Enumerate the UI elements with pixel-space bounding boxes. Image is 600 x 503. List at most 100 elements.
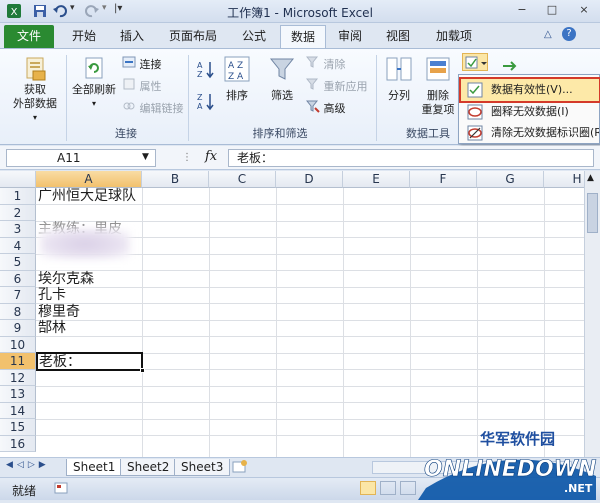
row-header[interactable]: 12 — [0, 369, 36, 386]
select-all-corner[interactable] — [0, 171, 36, 188]
remove-duplicates-icon — [424, 55, 452, 83]
remove-duplicates-label-2: 重复项 — [421, 103, 455, 116]
scroll-up-icon[interactable]: ▲ — [587, 173, 594, 183]
outline-group-icon[interactable] — [500, 57, 522, 75]
clear-filter-icon — [305, 55, 320, 75]
menu-item-data-validation[interactable]: 数据有效性(V)... — [459, 77, 600, 103]
tab-page-layout[interactable]: 页面布局 — [160, 25, 226, 48]
row-header[interactable]: 9 — [0, 320, 36, 337]
column-header-c[interactable]: C — [209, 171, 276, 188]
filter-button[interactable]: 筛选 — [264, 55, 300, 121]
gridline — [36, 402, 584, 403]
reapply-icon — [305, 77, 320, 97]
page-layout-view-icon[interactable] — [380, 481, 396, 495]
row-header[interactable]: 8 — [0, 303, 36, 320]
tab-review[interactable]: 审阅 — [330, 25, 370, 48]
row-header[interactable]: 6 — [0, 270, 36, 287]
cell-a8[interactable]: 穆里奇 — [38, 304, 80, 320]
sheet-nav-arrows-icon[interactable]: ◀◁▷▶ — [6, 460, 50, 470]
insert-sheet-icon[interactable] — [232, 460, 248, 474]
row-header-selected[interactable]: 11 — [0, 353, 36, 370]
column-header-f[interactable]: F — [410, 171, 477, 188]
ribbon-minimize-icon[interactable]: △ — [544, 29, 552, 40]
scroll-thumb[interactable] — [587, 193, 598, 233]
row-header[interactable]: 1 — [0, 188, 36, 205]
sort-az-icon[interactable]: AZ — [196, 59, 216, 79]
row-header[interactable]: 3 — [0, 221, 36, 238]
row-header[interactable]: 5 — [0, 254, 36, 271]
tab-formulas[interactable]: 公式 — [232, 25, 276, 48]
sort-button[interactable]: A ZZ A 排序 — [220, 55, 254, 121]
svg-text:A: A — [197, 61, 203, 70]
remove-duplicates-button[interactable]: 删除 重复项 — [418, 55, 458, 121]
column-header-h[interactable]: H — [544, 171, 584, 188]
sheet-tab-sheet3[interactable]: Sheet3 — [174, 459, 231, 476]
column-header-d[interactable]: D — [276, 171, 343, 188]
advanced-filter-icon — [305, 99, 320, 119]
text-to-columns-button[interactable]: 分列 — [382, 55, 416, 121]
connections-button[interactable]: 连接 — [122, 55, 162, 73]
name-box[interactable]: A11 — [6, 149, 156, 167]
cell-a6[interactable]: 埃尔克森 — [38, 271, 94, 287]
onlinedown-watermark-logo: 华军软件园 ONLINEDOWN .NET — [418, 418, 600, 500]
minimize-button[interactable]: − — [512, 2, 532, 18]
name-box-dropdown-icon[interactable]: ▼ — [142, 152, 149, 162]
get-external-data-button[interactable]: 获取 外部数据 ▾ — [8, 55, 62, 122]
macro-record-icon[interactable] — [54, 481, 68, 495]
tab-view[interactable]: 视图 — [378, 25, 418, 48]
reapply-button[interactable]: 重新应用 — [305, 77, 368, 97]
column-header-e[interactable]: E — [343, 171, 410, 188]
properties-button[interactable]: 属性 — [122, 77, 162, 95]
close-button[interactable]: × — [574, 2, 594, 18]
tab-file[interactable]: 文件 — [4, 25, 54, 48]
fill-handle[interactable] — [140, 368, 145, 373]
help-icon[interactable]: ? — [562, 27, 576, 41]
normal-view-icon[interactable] — [360, 481, 376, 495]
menu-item-clear-circles[interactable]: 清除无效数据标识圈(R) — [461, 122, 599, 144]
gridline — [36, 319, 584, 321]
row-header[interactable]: 16 — [0, 435, 36, 452]
edit-links-button[interactable]: 编辑链接 — [122, 99, 184, 117]
watermark-suffix: .NET — [564, 482, 593, 495]
circle-invalid-icon — [467, 104, 483, 123]
cell-a1[interactable]: 广州恒大足球队 — [38, 188, 136, 204]
column-header-a[interactable]: A — [36, 171, 142, 188]
gridline — [142, 188, 143, 457]
remove-duplicates-label-1: 删除 — [427, 89, 449, 102]
refresh-all-button[interactable]: 全部刷新 ▾ — [70, 55, 118, 121]
vertical-scrollbar[interactable]: ▲ — [584, 171, 600, 457]
advanced-filter-button[interactable]: 高级 — [305, 99, 346, 119]
row-header[interactable]: 4 — [0, 237, 36, 254]
formula-input[interactable]: 老板： — [228, 149, 594, 167]
refresh-all-dropdown-icon: ▾ — [91, 99, 96, 108]
sort-za-icon[interactable]: ZA — [196, 91, 216, 111]
menu-item-circle-invalid[interactable]: 圈释无效数据(I) — [461, 101, 599, 123]
svg-text:Z: Z — [197, 70, 203, 79]
tab-home[interactable]: 开始 — [62, 25, 106, 48]
edit-links-icon — [122, 99, 136, 119]
insert-function-icon[interactable]: fx — [205, 149, 217, 164]
row-header[interactable]: 10 — [0, 336, 36, 353]
cell-a9[interactable]: 郜林 — [38, 320, 66, 336]
row-header[interactable]: 13 — [0, 386, 36, 403]
tab-insert[interactable]: 插入 — [110, 25, 154, 48]
column-header-g[interactable]: G — [477, 171, 544, 188]
sheet-tab-sheet1[interactable]: Sheet1 — [66, 459, 123, 476]
row-header[interactable]: 2 — [0, 204, 36, 221]
tab-addins[interactable]: 加载项 — [426, 25, 482, 48]
worksheet-grid[interactable]: A B C D E F G H 1 2 3 4 5 6 7 8 9 10 11 … — [0, 171, 584, 457]
cell-a7[interactable]: 孔卡 — [38, 287, 66, 303]
row-header[interactable]: 15 — [0, 419, 36, 436]
gridline — [343, 188, 344, 457]
clear-filter-button[interactable]: 清除 — [305, 55, 346, 75]
tab-data[interactable]: 数据 — [280, 25, 326, 48]
row-header[interactable]: 14 — [0, 402, 36, 419]
sheet-tab-sheet2[interactable]: Sheet2 — [120, 459, 177, 476]
column-header-b[interactable]: B — [142, 171, 209, 188]
row-header[interactable]: 7 — [0, 287, 36, 304]
page-break-view-icon[interactable] — [400, 481, 416, 495]
active-cell-a11[interactable]: 老板： — [36, 352, 145, 373]
gridline — [544, 188, 545, 457]
data-validation-split-button[interactable] — [462, 53, 488, 71]
maximize-button[interactable]: □ — [542, 2, 562, 18]
